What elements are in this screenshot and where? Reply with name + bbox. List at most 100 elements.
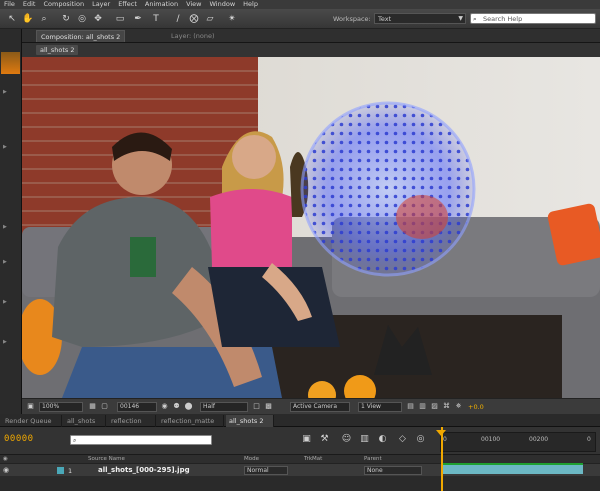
pan-behind-icon[interactable]: ✥: [92, 13, 104, 25]
tools-panel: ↖ ✋ ⌕ ↻ ◎ ✥ ▭ ✒ T ∕ ⨂ ▱ ✴ Workspace: Tex…: [0, 9, 600, 29]
eye-icon[interactable]: ◉: [3, 466, 9, 474]
brainstorm-icon[interactable]: ◎: [414, 433, 427, 446]
layer-number: 1: [68, 467, 73, 475]
menu-animation[interactable]: Animation: [145, 0, 178, 9]
panel-expand-icon[interactable]: ▶: [3, 339, 7, 345]
menu-window[interactable]: Window: [210, 0, 236, 9]
search-help-input[interactable]: ⌕ Search Help: [470, 13, 596, 24]
project-thumbnail: [1, 52, 20, 74]
view-layout-select[interactable]: 1 View: [358, 402, 402, 412]
menu-composition[interactable]: Composition: [43, 0, 84, 9]
menu-help[interactable]: Help: [243, 0, 258, 9]
breadcrumb-comp[interactable]: all_shots 2: [36, 45, 79, 55]
puppet-pin-icon[interactable]: ✴: [226, 13, 238, 25]
layer-mode-select[interactable]: Normal: [244, 466, 288, 475]
layer-source-name[interactable]: all_shots_[000-295].jpg: [98, 466, 190, 474]
pen-icon[interactable]: ✒: [132, 13, 144, 25]
rotate-icon[interactable]: ↻: [60, 13, 72, 25]
grid-icon[interactable]: ▦: [88, 402, 97, 411]
draft-3d-icon[interactable]: ⚒: [318, 433, 331, 446]
fast-previews-icon[interactable]: ▥: [418, 402, 427, 411]
timeline-controls: 00000 ⌕ ▣ ⚒ ☺ ▥ ◐ ◇ ◎ 0 00100 00200 0: [0, 427, 600, 454]
menu-effect[interactable]: Effect: [118, 0, 137, 9]
selection-icon[interactable]: ↖: [6, 13, 18, 25]
tab-all-shots[interactable]: all_shots: [64, 415, 106, 427]
camera-select[interactable]: Active Camera: [290, 402, 350, 412]
eraser-icon[interactable]: ▱: [204, 13, 216, 25]
channel-icon[interactable]: ⬤: [184, 402, 193, 411]
shy-layers-icon[interactable]: ☺: [340, 433, 353, 446]
menu-bar: File Edit Composition Layer Effect Anima…: [0, 0, 600, 9]
layer-duration-bar[interactable]: [443, 465, 583, 474]
current-time-field[interactable]: 00146: [117, 402, 157, 412]
snapshot-icon[interactable]: ◉: [160, 402, 169, 411]
panel-expand-icon[interactable]: ▶: [3, 144, 7, 150]
workspace-select[interactable]: Text ▼: [374, 13, 466, 24]
panel-expand-icon[interactable]: ▶: [3, 299, 7, 305]
viewer-image: [22, 57, 600, 398]
time-ruler[interactable]: 0 00100 00200 0: [440, 432, 596, 452]
zoom-select[interactable]: 100%: [39, 402, 83, 412]
tab-composition[interactable]: Composition: all_shots 2: [36, 30, 126, 42]
panel-expand-icon[interactable]: ▶: [3, 259, 7, 265]
exposure-value[interactable]: +0.0: [468, 403, 484, 411]
search-icon: ⌕: [73, 437, 77, 444]
ruler-tick: 00100: [481, 436, 501, 443]
tab-layer[interactable]: Layer: (none): [167, 30, 219, 42]
show-snapshot-icon[interactable]: ⚉: [172, 402, 181, 411]
composition-mini-flowchart-icon[interactable]: ▣: [300, 433, 313, 446]
tab-reflection[interactable]: reflection: [108, 415, 156, 427]
timeline-timecode[interactable]: 00000: [4, 434, 34, 444]
column-mode[interactable]: Mode: [244, 456, 259, 462]
chevron-down-icon: ▼: [458, 15, 463, 22]
panel-expand-icon[interactable]: ▶: [3, 224, 7, 230]
footage-icon: [57, 467, 64, 474]
rectangle-mask-icon[interactable]: ▭: [114, 13, 126, 25]
timeline-column-headers: ◉ Source Name Mode TrkMat Parent: [0, 454, 600, 463]
region-of-interest-icon[interactable]: □: [252, 402, 261, 411]
layer-search-input[interactable]: ⌕: [70, 435, 212, 445]
toggle-pixel-aspect-icon[interactable]: ▤: [406, 402, 415, 411]
composition-viewer[interactable]: [22, 57, 600, 398]
motion-blur-icon[interactable]: ◐: [376, 433, 389, 446]
ruler-tick: 00200: [529, 436, 549, 443]
tab-all-shots-2[interactable]: all_shots 2: [226, 415, 274, 427]
brush-icon[interactable]: ∕: [172, 13, 184, 25]
timeline-footer: [0, 476, 600, 491]
composition-breadcrumb: all_shots 2: [22, 43, 600, 57]
menu-edit[interactable]: Edit: [23, 0, 36, 9]
menu-layer[interactable]: Layer: [92, 0, 110, 9]
frame-blending-icon[interactable]: ▥: [358, 433, 371, 446]
panel-expand-icon[interactable]: ▶: [3, 89, 7, 95]
layer-parent-select[interactable]: None: [364, 466, 422, 475]
transparency-grid-icon[interactable]: ▩: [264, 402, 273, 411]
ruler-tick: 0: [443, 436, 447, 443]
menu-file[interactable]: File: [4, 0, 15, 9]
tab-render-queue[interactable]: Render Queue: [2, 415, 62, 427]
viewer-controls: ▣ 100% ▦ ▢ 00146 ◉ ⚉ ⬤ Half □ ▩ Active C…: [22, 398, 600, 414]
hand-icon[interactable]: ✋: [22, 13, 34, 25]
camera-orbit-icon[interactable]: ◎: [76, 13, 88, 25]
column-parent[interactable]: Parent: [364, 456, 382, 462]
project-panel: ▶ ▶ ▶ ▶ ▶ ▶: [0, 29, 22, 414]
tab-reflection-matte[interactable]: reflection_matte: [158, 415, 224, 427]
visibility-header-icon: ◉: [3, 456, 8, 462]
column-source-name[interactable]: Source Name: [88, 456, 125, 462]
clone-stamp-icon[interactable]: ⨂: [188, 13, 200, 25]
mask-visibility-icon[interactable]: ▢: [100, 402, 109, 411]
search-icon: ⌕: [473, 15, 477, 23]
current-time-indicator[interactable]: [441, 427, 443, 491]
composition-tab-bar: Composition: all_shots 2 Layer: (none): [22, 29, 600, 43]
column-trkmat[interactable]: TrkMat: [304, 456, 322, 462]
menu-view[interactable]: View: [186, 0, 201, 9]
timeline-tab-bar: Render Queue all_shots reflection reflec…: [0, 414, 600, 427]
reset-exposure-icon[interactable]: ✵: [454, 402, 463, 411]
flowchart-icon[interactable]: ⌘: [442, 402, 451, 411]
timeline-icon[interactable]: ▨: [430, 402, 439, 411]
workspace-value: Text: [378, 15, 392, 23]
preview-toggle-icon[interactable]: ▣: [26, 402, 35, 411]
resolution-select[interactable]: Half: [200, 402, 248, 412]
type-icon[interactable]: T: [150, 13, 162, 25]
graph-editor-icon[interactable]: ◇: [396, 433, 409, 446]
zoom-icon[interactable]: ⌕: [38, 13, 50, 25]
